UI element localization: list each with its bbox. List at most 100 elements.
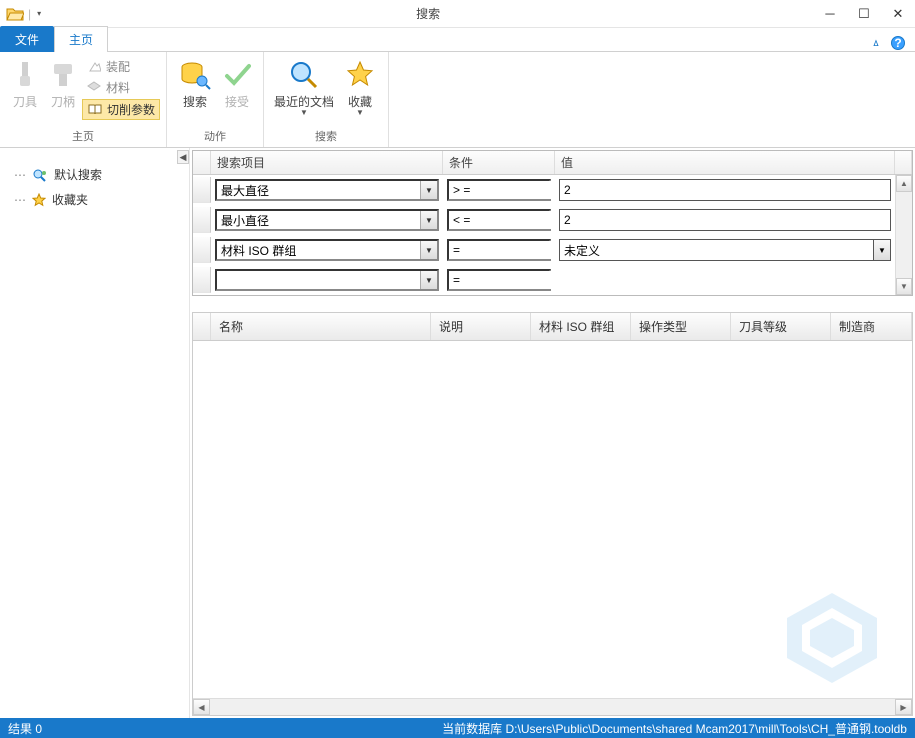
scroll-left-icon[interactable]: ◀ xyxy=(193,699,210,715)
ribbon-group-home: 刀具 刀柄 装配 材料 xyxy=(0,52,167,147)
search-button[interactable]: 搜索 xyxy=(173,55,217,110)
status-bar: 结果 0 当前数据库 D:\Users\Public\Documents\sha… xyxy=(0,718,915,738)
chevron-down-icon: ▼ xyxy=(300,110,308,116)
titlebar: | ▾ 搜索 ─ ☐ ✕ xyxy=(0,0,915,28)
col-header[interactable]: 材料 ISO 群组 xyxy=(531,313,631,340)
row-header[interactable] xyxy=(193,207,211,233)
ribbon-group-action: 搜索 接受 动作 xyxy=(167,52,264,147)
help-icon[interactable]: ? xyxy=(891,36,905,50)
criteria-value-field[interactable] xyxy=(559,269,891,291)
criteria-row: ▼ ▼ 2 xyxy=(193,175,895,205)
ribbon: 刀具 刀柄 装配 材料 xyxy=(0,52,915,148)
col-header-cond[interactable]: 条件 xyxy=(443,151,555,174)
window-title: 搜索 xyxy=(43,5,813,22)
search-small-icon xyxy=(32,168,48,182)
col-header[interactable]: 操作类型 xyxy=(631,313,731,340)
chevron-down-icon: ▼ xyxy=(356,110,364,116)
tree-item-label: 收藏夹 xyxy=(52,191,88,208)
chevron-down-icon[interactable]: ▼ xyxy=(874,239,891,261)
row-header[interactable] xyxy=(193,237,211,263)
criteria-cond-combo[interactable]: ▼ xyxy=(447,209,551,231)
col-header-value[interactable]: 值 xyxy=(555,151,895,174)
ribbon-group-search: 最近的文档 ▼ 收藏 ▼ 搜索 xyxy=(264,52,389,147)
status-result-count: 结果 0 xyxy=(8,720,42,737)
holder-button[interactable]: 刀柄 xyxy=(44,55,82,110)
scroll-up-icon[interactable]: ▲ xyxy=(896,175,912,192)
chevron-down-icon[interactable]: ▼ xyxy=(420,211,437,229)
criteria-grid: 搜索项目 条件 值 ▼ xyxy=(192,150,913,296)
tree-item-label: 默认搜索 xyxy=(54,166,102,183)
assembly-icon xyxy=(86,59,102,75)
criteria-value-combo[interactable]: 未定义 ▼ xyxy=(559,239,891,261)
criteria-cond-combo[interactable]: ▼ xyxy=(447,179,551,201)
main-area: ◀ ⋯ 默认搜索 ⋯ 收藏夹 搜索项目 条件 值 xyxy=(0,148,915,718)
maximize-button[interactable]: ☐ xyxy=(847,4,881,24)
criteria-item-combo[interactable]: ▼ xyxy=(215,269,439,291)
criteria-value-field[interactable]: 未定义 xyxy=(559,239,874,261)
scroll-track[interactable] xyxy=(210,699,895,715)
criteria-item-combo[interactable]: ▼ xyxy=(215,209,439,231)
criteria-value-field[interactable]: 2 xyxy=(559,179,891,201)
criteria-row: ▼ ▼ 未定义 ▼ xyxy=(193,235,895,265)
criteria-scrollbar[interactable]: ▲ ▼ xyxy=(895,175,912,295)
col-header[interactable]: 刀具等级 xyxy=(731,313,831,340)
tab-home[interactable]: 主页 xyxy=(54,26,108,52)
criteria-item-combo[interactable]: ▼ xyxy=(215,179,439,201)
results-body xyxy=(193,341,912,698)
folder-open-icon[interactable] xyxy=(6,6,24,22)
panel-collapse-button[interactable]: ◀ xyxy=(177,150,189,164)
tool-icon xyxy=(9,59,41,91)
chevron-down-icon[interactable]: ▼ xyxy=(420,181,437,199)
criteria-header: 搜索项目 条件 值 xyxy=(193,151,912,175)
cut-params-button[interactable]: 切削参数 xyxy=(82,99,160,120)
holder-icon xyxy=(47,59,79,91)
star-small-icon xyxy=(32,193,46,207)
recent-docs-button[interactable]: 最近的文档 ▼ xyxy=(270,55,338,116)
chevron-down-icon[interactable]: ▼ xyxy=(420,241,437,259)
tool-button[interactable]: 刀具 xyxy=(6,55,44,110)
qat-separator: | xyxy=(28,7,31,21)
col-header[interactable]: 制造商 xyxy=(831,313,912,340)
status-database-path: 当前数据库 D:\Users\Public\Documents\shared M… xyxy=(442,720,907,737)
ribbon-collapse-icon[interactable]: ㅿ xyxy=(871,35,881,51)
criteria-cond-combo[interactable]: ▼ xyxy=(447,239,551,261)
accept-button[interactable]: 接受 xyxy=(217,55,257,110)
qat-dropdown-icon[interactable]: ▾ xyxy=(35,9,43,18)
criteria-cond-combo[interactable]: ▼ xyxy=(447,269,551,291)
group-label-home: 主页 xyxy=(72,126,94,147)
criteria-row: ▼ ▼ xyxy=(193,265,895,295)
criteria-item-input[interactable] xyxy=(217,181,420,199)
col-header[interactable]: 名称 xyxy=(211,313,431,340)
criteria-value-field[interactable]: 2 xyxy=(559,209,891,231)
check-icon xyxy=(221,59,253,91)
row-selector-header[interactable] xyxy=(193,313,211,340)
criteria-row: ▼ ▼ 2 xyxy=(193,205,895,235)
watermark-icon xyxy=(772,588,892,688)
material-button[interactable]: 材料 xyxy=(82,78,160,97)
tree-item-default-search[interactable]: ⋯ 默认搜索 xyxy=(0,162,189,187)
favorites-button[interactable]: 收藏 ▼ xyxy=(338,55,382,116)
tab-file[interactable]: 文件 xyxy=(0,26,54,52)
results-columns: 名称 说明 材料 ISO 群组 操作类型 刀具等级 制造商 xyxy=(193,313,912,341)
scroll-down-icon[interactable]: ▼ xyxy=(896,278,912,295)
database-search-icon xyxy=(179,59,211,91)
side-panel: ◀ ⋯ 默认搜索 ⋯ 收藏夹 xyxy=(0,148,190,718)
content-area: 搜索项目 条件 值 ▼ xyxy=(190,148,915,718)
magnifier-icon xyxy=(288,59,320,91)
row-header[interactable] xyxy=(193,267,211,293)
col-header[interactable]: 说明 xyxy=(431,313,531,340)
row-header[interactable] xyxy=(193,177,211,203)
tree-item-favorites[interactable]: ⋯ 收藏夹 xyxy=(0,187,189,212)
chevron-down-icon[interactable]: ▼ xyxy=(420,271,437,289)
criteria-item-input[interactable] xyxy=(217,211,420,229)
col-header-item[interactable]: 搜索项目 xyxy=(211,151,443,174)
scroll-right-icon[interactable]: ▶ xyxy=(895,699,912,715)
criteria-item-input[interactable] xyxy=(217,271,420,289)
criteria-item-combo[interactable]: ▼ xyxy=(215,239,439,261)
results-hscrollbar[interactable]: ◀ ▶ xyxy=(193,698,912,715)
results-grid: 名称 说明 材料 ISO 群组 操作类型 刀具等级 制造商 ◀ ▶ xyxy=(192,312,913,716)
minimize-button[interactable]: ─ xyxy=(813,4,847,24)
close-button[interactable]: ✕ xyxy=(881,4,915,24)
assembly-button[interactable]: 装配 xyxy=(82,57,160,76)
criteria-item-input[interactable] xyxy=(217,241,420,259)
